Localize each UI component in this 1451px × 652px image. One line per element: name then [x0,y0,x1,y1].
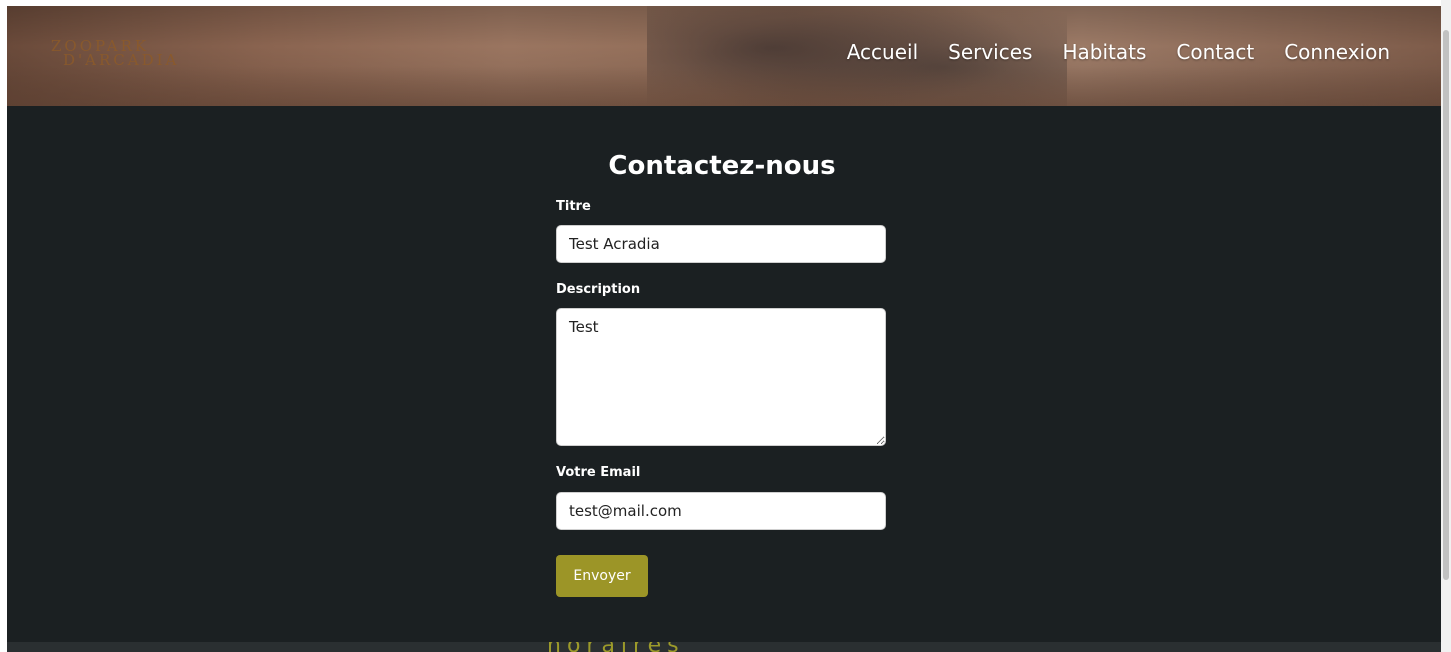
main-nav: Accueil Services Habitats Contact Connex… [832,36,1405,68]
nav-link-accueil[interactable]: Accueil [832,36,933,68]
description-label: Description [556,282,641,297]
footer-heading: horaires d'ouverture [547,642,867,652]
logo-line-2: D'ARCADIA [63,51,180,69]
nav-link-contact[interactable]: Contact [1161,36,1269,68]
submit-button[interactable]: Envoyer [556,555,648,597]
page-title: Contactez-nous [608,151,836,181]
header-banner: ZOOPARK D'ARCADIA Accueil Services Habit… [7,6,1441,106]
description-textarea[interactable]: Test [556,308,886,446]
footer-section: horaires d'ouverture [7,642,1441,652]
nav-link-habitats[interactable]: Habitats [1047,36,1161,68]
email-input[interactable] [556,492,886,530]
contact-section: Contactez-nous Titre Description Test Vo… [7,106,1441,642]
email-label: Votre Email [556,465,641,480]
site-logo[interactable]: ZOOPARK D'ARCADIA [51,39,221,71]
page-scrollbar[interactable] [1441,0,1451,652]
scrollbar-thumb[interactable] [1443,30,1449,580]
title-label: Titre [556,199,591,214]
nav-link-services[interactable]: Services [933,36,1047,68]
nav-link-connexion[interactable]: Connexion [1269,36,1405,68]
page: ZOOPARK D'ARCADIA Accueil Services Habit… [0,0,1451,652]
banner-ground-shade [7,66,1441,106]
title-input[interactable] [556,225,886,263]
